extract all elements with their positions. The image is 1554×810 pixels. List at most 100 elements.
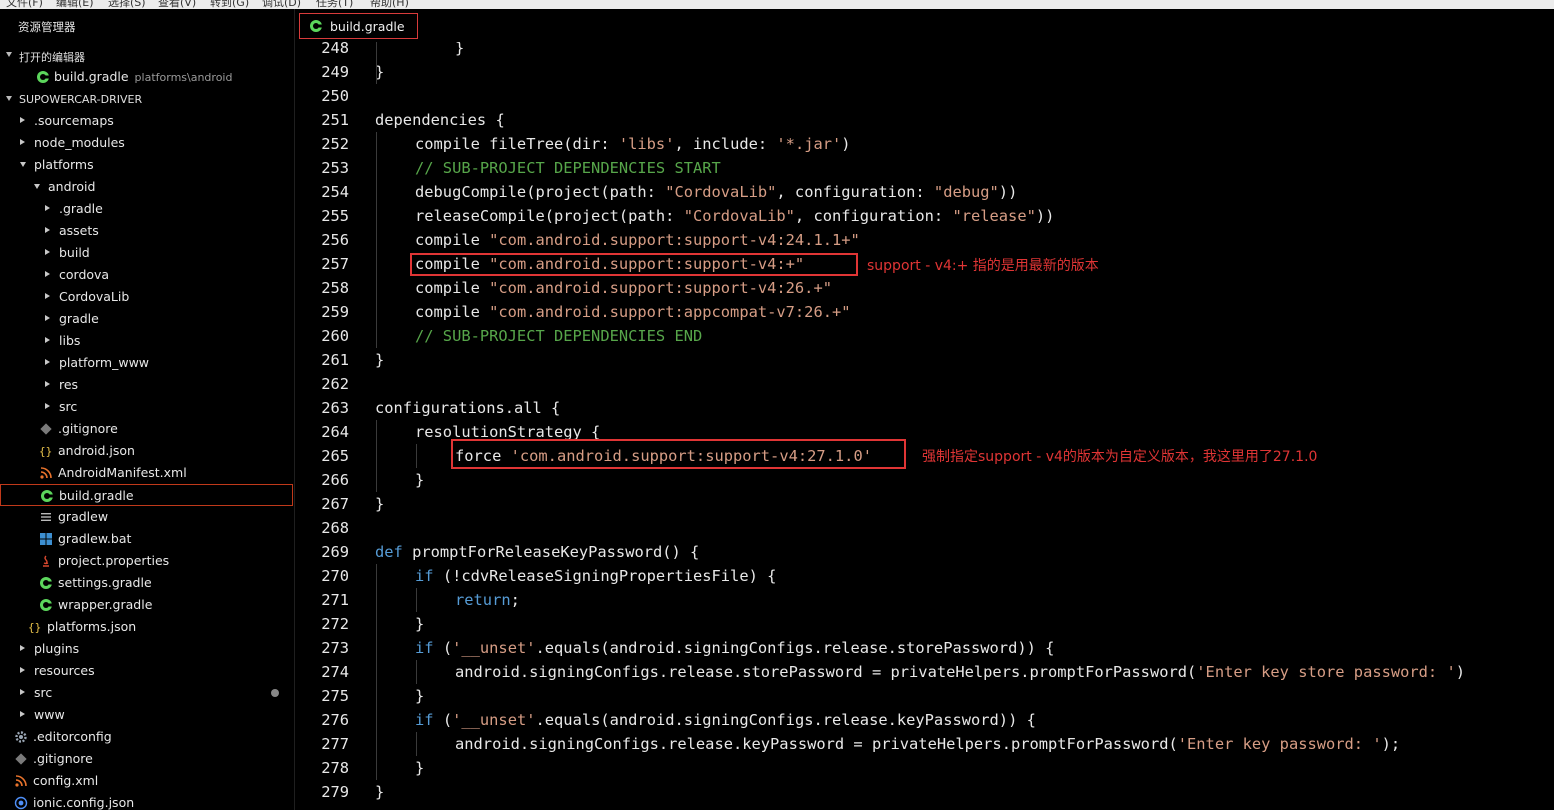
line-number: 275 — [321, 687, 349, 705]
folder-gradle[interactable]: .gradle — [0, 198, 293, 220]
folder-cordovalib[interactable]: CordovaLib — [0, 286, 293, 308]
folder-node-modules[interactable]: node_modules — [0, 132, 293, 154]
tab-label: build.gradle — [330, 19, 405, 34]
gradle-file-icon — [37, 71, 49, 83]
folder-cordova[interactable]: cordova — [0, 264, 293, 286]
code-line: } — [415, 759, 425, 777]
folder-resources[interactable]: resources — [0, 660, 293, 682]
json-braces-icon: {} — [39, 445, 52, 458]
folder-gradle[interactable]: gradle — [0, 308, 293, 330]
annotation-note-1: support - v4:+ 指的是用最新的版本 — [867, 258, 1099, 274]
code-line: } — [375, 351, 385, 369]
line-number: 252 — [321, 135, 349, 153]
folder-platform-www[interactable]: platform_www — [0, 352, 293, 374]
gradle-file-icon — [40, 599, 52, 611]
file-wrapper-gradle[interactable]: wrapper.gradle — [0, 594, 293, 616]
file-editorconfig[interactable]: .editorconfig — [0, 726, 293, 748]
chevron-right-icon — [45, 271, 50, 277]
menu-item[interactable]: 查看(V) — [158, 0, 196, 9]
file-gitignore[interactable]: .gitignore — [0, 418, 293, 440]
tree-item-label: android — [48, 179, 96, 194]
tree-item-label: .gradle — [59, 201, 103, 216]
chevron-right-icon — [45, 249, 50, 255]
file-platforms-json[interactable]: {} platforms.json — [0, 616, 293, 638]
tree-item-label: resources — [34, 663, 95, 678]
folder-sourcemaps[interactable]: .sourcemaps — [0, 110, 293, 132]
file-gradlew-bat[interactable]: gradlew.bat — [0, 528, 293, 550]
line-number: 256 — [321, 231, 349, 249]
tree-item-label: CordovaLib — [59, 289, 130, 304]
file-gitignore[interactable]: .gitignore — [0, 748, 293, 770]
indent-guide — [416, 444, 417, 468]
tree-item-label: gradlew — [58, 509, 109, 524]
windows-icon — [40, 533, 52, 545]
code-line: android.signingConfigs.release.storePass… — [455, 663, 1466, 681]
folder-build[interactable]: build — [0, 242, 293, 264]
chevron-right-icon — [45, 359, 50, 365]
file-build-gradle[interactable]: build.gradle — [0, 484, 293, 506]
menu-item[interactable]: 编辑(E) — [56, 0, 94, 9]
menu-item[interactable]: 文件(F) — [6, 0, 43, 9]
menu-item[interactable]: 调试(D) — [262, 0, 301, 9]
menu-item[interactable]: 任务(T) — [316, 0, 353, 9]
project-section[interactable]: SUPOWERCAR-DRIVER — [0, 90, 294, 110]
code-line: } — [415, 471, 425, 489]
line-number: 264 — [321, 423, 349, 441]
explorer-title: 资源管理器 — [18, 20, 76, 34]
menu-item[interactable]: 选择(S) — [108, 0, 146, 9]
file-config-xml[interactable]: config.xml — [0, 770, 293, 792]
line-number: 254 — [321, 183, 349, 201]
gear-icon — [15, 731, 27, 743]
open-editor-filename: build.gradle platforms\android — [54, 69, 233, 84]
code-line: dependencies { — [375, 111, 505, 129]
indent-guide — [416, 660, 417, 684]
folder-android[interactable]: android — [0, 176, 293, 198]
tab-build-gradle[interactable]: build.gradle — [299, 13, 418, 39]
tree-item-label: config.xml — [33, 773, 99, 788]
tree-item-label: res — [59, 377, 79, 392]
rss-xml-icon — [15, 775, 27, 787]
file-project-properties[interactable]: project.properties — [0, 550, 293, 572]
folder-src[interactable]: src — [0, 396, 293, 418]
file-settings-gradle[interactable]: settings.gradle — [0, 572, 293, 594]
code-line: } — [375, 495, 385, 513]
tab-bar: build.gradle — [295, 9, 1554, 42]
tree-item-label: assets — [59, 223, 99, 238]
menu-item[interactable]: 帮助(H) — [370, 0, 409, 9]
tree-item-label: .sourcemaps — [34, 113, 114, 128]
tree-item-label: platforms.json — [47, 619, 137, 634]
menu-item[interactable]: 转到(G) — [210, 0, 249, 9]
folder-libs[interactable]: libs — [0, 330, 293, 352]
indent-guide — [416, 732, 417, 756]
file-ionic-config-json[interactable]: ionic.config.json — [0, 792, 293, 810]
indent-guide — [376, 42, 377, 84]
file-androidmanifest-xml[interactable]: AndroidManifest.xml — [0, 462, 293, 484]
tree-item-label: node_modules — [34, 135, 125, 150]
folder-www[interactable]: www — [0, 704, 293, 726]
line-number: 255 — [321, 207, 349, 225]
folder-res[interactable]: res — [0, 374, 293, 396]
file-gradlew[interactable]: gradlew — [0, 506, 293, 528]
file-android-json[interactable]: {} android.json — [0, 440, 293, 462]
chevron-right-icon — [45, 205, 50, 211]
line-number: 270 — [321, 567, 349, 585]
line-number: 260 — [321, 327, 349, 345]
indent-guide — [416, 588, 417, 612]
tree-item-label: src — [34, 685, 53, 700]
open-editors-section[interactable]: 打开的编辑器 — [0, 46, 294, 66]
folder-assets[interactable]: assets — [0, 220, 293, 242]
tree-item-label: build — [59, 245, 90, 260]
chevron-right-icon — [45, 315, 50, 321]
chevron-right-icon — [20, 689, 25, 695]
folder-src[interactable]: src — [0, 682, 293, 704]
code-editor[interactable]: 248} 249} 250 251 dependencies {252 compile f… — [295, 42, 1554, 810]
indent-guide — [376, 564, 377, 780]
open-editor-build-gradle[interactable]: build.gradle platforms\android — [0, 66, 293, 88]
chevron-right-icon — [20, 711, 25, 717]
folder-plugins[interactable]: plugins — [0, 638, 293, 660]
line-number: 271 — [321, 591, 349, 609]
indent-guide — [376, 420, 377, 492]
rss-xml-icon — [40, 467, 52, 479]
folder-platforms[interactable]: platforms — [0, 154, 293, 176]
chevron-down-icon — [34, 184, 40, 189]
